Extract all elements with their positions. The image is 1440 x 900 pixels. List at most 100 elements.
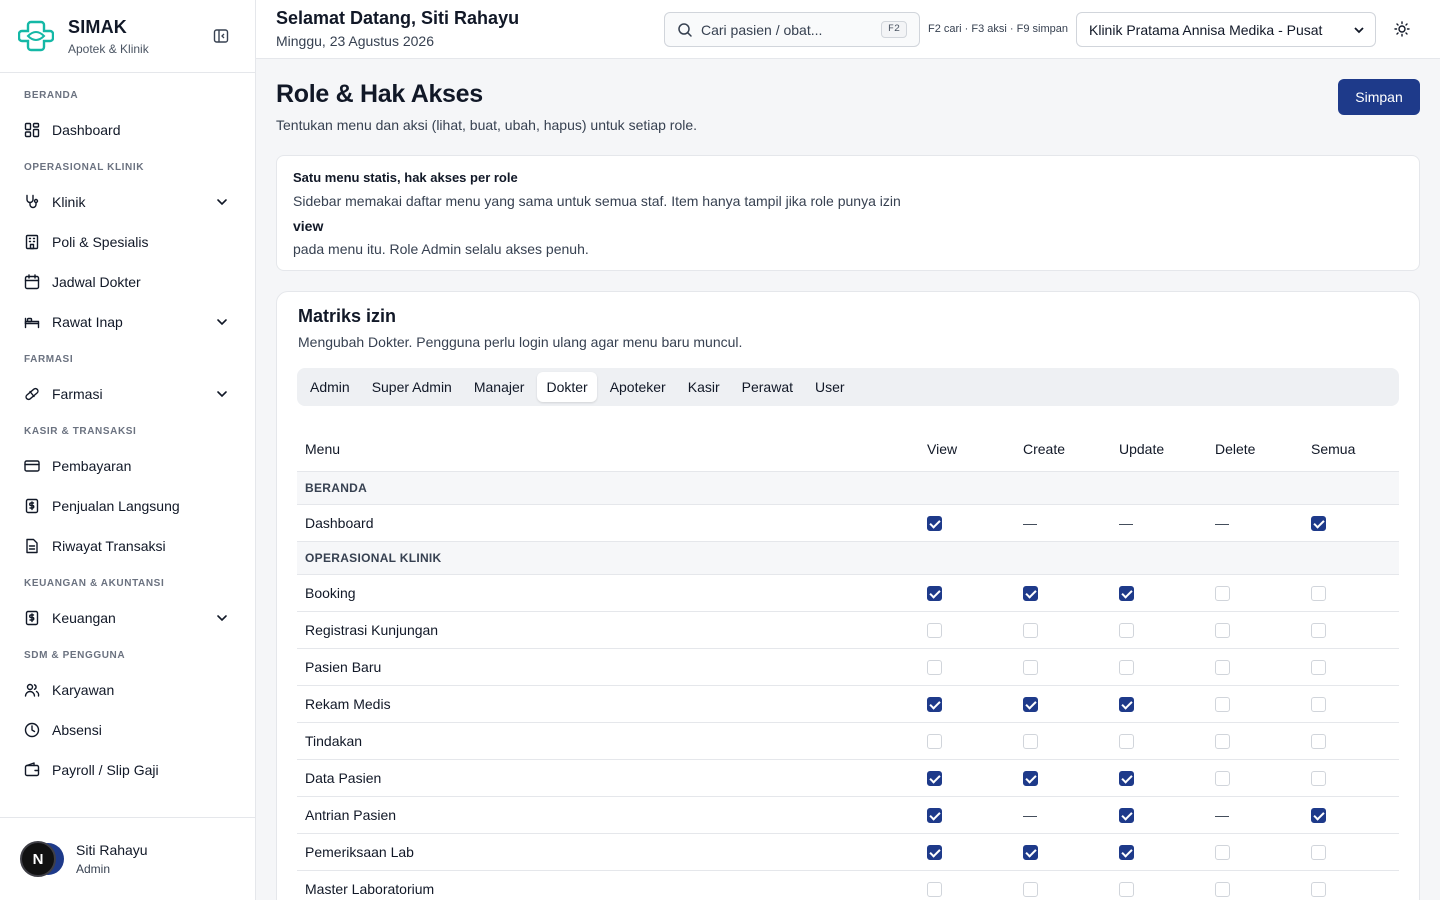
nav-section-title: FARMASI — [24, 354, 74, 365]
semua-checkbox[interactable] — [1311, 696, 1326, 712]
delete-checkbox[interactable] — [1215, 881, 1230, 897]
sidebar-item-label: Karyawan — [52, 682, 115, 698]
view-checkbox[interactable] — [927, 807, 942, 823]
update-checkbox[interactable] — [1119, 844, 1134, 860]
permission-cell — [1207, 833, 1303, 871]
tab-admin[interactable]: Admin — [301, 372, 359, 402]
view-checkbox[interactable] — [927, 881, 942, 897]
view-checkbox[interactable] — [927, 733, 942, 749]
permission-cell — [1207, 648, 1303, 686]
view-checkbox[interactable] — [927, 659, 942, 675]
permission-cell — [1111, 574, 1207, 612]
update-checkbox[interactable] — [1119, 696, 1134, 712]
update-checkbox[interactable] — [1119, 881, 1134, 897]
sidebar-item-riwayat-transaksi[interactable]: Riwayat Transaksi — [0, 526, 255, 566]
delete-checkbox[interactable] — [1215, 622, 1230, 638]
sidebar-item-label: Keuangan — [52, 610, 116, 626]
update-checkbox[interactable] — [1119, 585, 1134, 601]
view-checkbox[interactable] — [927, 696, 942, 712]
update-checkbox[interactable] — [1119, 733, 1134, 749]
semua-checkbox[interactable] — [1311, 622, 1326, 638]
sidebar-item-absensi[interactable]: Absensi — [0, 710, 255, 750]
tab-perawat[interactable]: Perawat — [733, 372, 802, 402]
save-button[interactable]: Simpan — [1338, 79, 1420, 115]
sidebar-item-farmasi[interactable]: Farmasi — [0, 374, 255, 414]
delete-checkbox[interactable] — [1215, 844, 1230, 860]
sidebar-item-karyawan[interactable]: Karyawan — [0, 670, 255, 710]
sidebar-item-payroll-slip-gaji[interactable]: Payroll / Slip Gaji — [0, 750, 255, 790]
permission-cell — [1111, 870, 1207, 900]
delete-checkbox[interactable] — [1215, 770, 1230, 786]
semua-checkbox[interactable] — [1311, 733, 1326, 749]
tab-dokter[interactable]: Dokter — [537, 372, 597, 402]
semua-checkbox[interactable] — [1311, 881, 1326, 897]
create-checkbox[interactable] — [1023, 770, 1038, 786]
sidebar-item-penjualan-langsung[interactable]: Penjualan Langsung — [0, 486, 255, 526]
tab-kasir[interactable]: Kasir — [679, 372, 729, 402]
semua-checkbox[interactable] — [1311, 770, 1326, 786]
create-checkbox[interactable] — [1023, 622, 1038, 638]
sidebar-item-klinik[interactable]: Klinik — [0, 182, 255, 222]
delete-checkbox[interactable] — [1215, 733, 1230, 749]
nav-section-title: BERANDA — [24, 90, 79, 101]
sidebar-item-jadwal-dokter[interactable]: Jadwal Dokter — [0, 262, 255, 302]
group-label: OPERASIONAL KLINIK — [297, 541, 1399, 575]
chevron-down-icon — [217, 391, 227, 398]
sidebar-item-dashboard[interactable]: Dashboard — [0, 110, 255, 150]
semua-checkbox[interactable] — [1311, 659, 1326, 675]
semua-checkbox[interactable] — [1311, 807, 1326, 823]
brand-header: SIMAK Apotek & Klinik — [0, 0, 255, 73]
delete-checkbox[interactable] — [1215, 696, 1230, 712]
table-row: Registrasi Kunjungan — [297, 611, 1399, 649]
user-profile[interactable]: N Siti Rahayu Admin — [0, 817, 255, 900]
create-checkbox[interactable] — [1023, 659, 1038, 675]
sidebar-item-label: Farmasi — [52, 386, 103, 402]
update-checkbox[interactable] — [1119, 770, 1134, 786]
view-checkbox[interactable] — [927, 515, 942, 531]
create-checkbox[interactable] — [1023, 696, 1038, 712]
search-input[interactable]: Cari pasien / obat... F2 — [664, 12, 920, 47]
delete-checkbox[interactable] — [1215, 585, 1230, 601]
update-checkbox[interactable] — [1119, 622, 1134, 638]
create-checkbox[interactable] — [1023, 585, 1038, 601]
semua-checkbox[interactable] — [1311, 515, 1326, 531]
nav-section-title: KEUANGAN & AKUNTANSI — [24, 578, 165, 589]
tab-user[interactable]: User — [806, 372, 854, 402]
view-checkbox[interactable] — [927, 585, 942, 601]
nav-section-title: KASIR & TRANSAKSI — [24, 426, 137, 437]
clinic-select[interactable]: Klinik Pratama Annisa Medika - Pusat — [1076, 12, 1376, 47]
tab-apoteker[interactable]: Apoteker — [601, 372, 675, 402]
permission-cell — [1015, 685, 1111, 723]
sidebar-item-poli-spesialis[interactable]: Poli & Spesialis — [0, 222, 255, 262]
sidebar-item-pembayaran[interactable]: Pembayaran — [0, 446, 255, 486]
avatar: N — [20, 839, 64, 879]
sidebar-item-rawat-inap[interactable]: Rawat Inap — [0, 302, 255, 342]
users-icon — [24, 682, 40, 698]
sidebar-collapse-button[interactable] — [211, 26, 231, 46]
create-checkbox[interactable] — [1023, 881, 1038, 897]
nav-section-title: OPERASIONAL KLINIK — [24, 162, 145, 173]
group-label: BERANDA — [297, 471, 1399, 505]
view-checkbox[interactable] — [927, 770, 942, 786]
search-icon — [678, 22, 692, 37]
keyboard-shortcuts-hint: F2 cari · F3 aksi · F9 simpan — [928, 23, 1068, 35]
view-checkbox[interactable] — [927, 622, 942, 638]
delete-checkbox[interactable] — [1215, 659, 1230, 675]
semua-checkbox[interactable] — [1311, 585, 1326, 601]
view-checkbox[interactable] — [927, 844, 942, 860]
tab-manajer[interactable]: Manajer — [465, 372, 534, 402]
permission-cell — [1207, 611, 1303, 649]
permission-cell — [919, 574, 1015, 612]
info-text: Sidebar memakai daftar menu yang sama un… — [293, 193, 901, 209]
theme-toggle-button[interactable] — [1392, 19, 1412, 39]
sidebar-item-keuangan[interactable]: Keuangan — [0, 598, 255, 638]
create-checkbox[interactable] — [1023, 733, 1038, 749]
tab-super-admin[interactable]: Super Admin — [363, 372, 461, 402]
table-row: Antrian Pasien — — — [297, 796, 1399, 834]
permission-cell — [1111, 796, 1207, 834]
update-checkbox[interactable] — [1119, 807, 1134, 823]
update-checkbox[interactable] — [1119, 659, 1134, 675]
semua-checkbox[interactable] — [1311, 844, 1326, 860]
create-checkbox[interactable] — [1023, 844, 1038, 860]
permission-cell: — — [1111, 504, 1207, 542]
